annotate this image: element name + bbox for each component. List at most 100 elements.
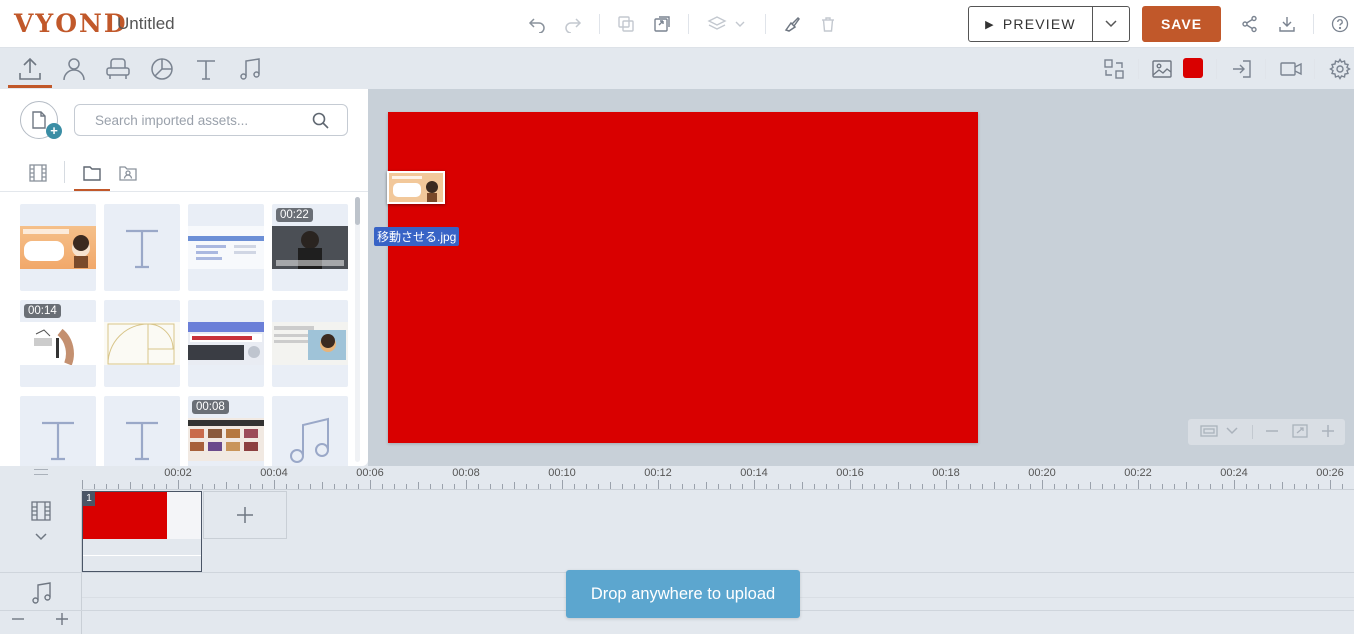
ruler-tick <box>670 484 671 489</box>
scene-preview-blank <box>167 492 201 539</box>
download-icon[interactable] <box>1275 12 1299 36</box>
ruler-tick <box>562 480 563 489</box>
enter-transition-icon[interactable] <box>1228 55 1256 83</box>
character-icon[interactable] <box>60 55 88 83</box>
zoom-fit-icon[interactable] <box>1292 423 1308 444</box>
zoom-chevron-down-icon[interactable] <box>1225 423 1239 444</box>
ruler-tick <box>1114 484 1115 489</box>
text-icon[interactable] <box>192 55 220 83</box>
chart-icon[interactable] <box>148 55 176 83</box>
audio-track-music-icon[interactable] <box>30 581 52 610</box>
duplicate-icon[interactable] <box>650 12 674 36</box>
asset-tile[interactable] <box>104 300 180 387</box>
folder-icon[interactable] <box>80 161 104 185</box>
ruler-tick <box>1186 482 1187 489</box>
props-icon[interactable] <box>104 55 132 83</box>
ruler-tick <box>430 484 431 489</box>
asset-tile[interactable] <box>272 396 348 466</box>
asset-tile[interactable]: 00:14 <box>20 300 96 387</box>
ruler-tick <box>622 484 623 489</box>
redo-icon[interactable] <box>561 12 585 36</box>
fit-screen-icon[interactable] <box>1200 423 1218 444</box>
upload-icon[interactable] <box>16 55 44 83</box>
scene-thumbnail[interactable]: 1 <box>82 491 202 572</box>
ruler-tick <box>502 484 503 489</box>
trash-icon[interactable] <box>816 12 840 36</box>
asset-scroll-thumb[interactable] <box>355 197 360 225</box>
timeline-zoom-out-icon[interactable] <box>11 612 25 631</box>
timeline-ruler[interactable]: 00:02 00:04 00:06 00:08 00:10 00:12 00:14 00:16… <box>82 466 1354 490</box>
drop-upload-toast: Drop anywhere to upload <box>566 570 800 618</box>
asset-thumbnail <box>188 418 264 461</box>
camera-icon[interactable] <box>1277 55 1305 83</box>
ruler-tick <box>526 484 527 489</box>
share-icon[interactable] <box>1238 12 1262 36</box>
search-box <box>74 104 348 136</box>
ruler-label: 00:26 <box>1316 467 1344 479</box>
preview-label: PREVIEW <box>1002 16 1076 32</box>
fill-color-swatch[interactable] <box>1183 58 1203 78</box>
asset-thumbnail <box>188 226 264 269</box>
image-icon[interactable] <box>1148 55 1176 83</box>
character-folder-icon[interactable] <box>116 161 140 185</box>
ruler-label: 00:08 <box>452 467 480 479</box>
asset-tile[interactable]: 00:08 <box>188 396 264 466</box>
ruler-tick <box>886 484 887 489</box>
settings-gear-icon[interactable] <box>1326 55 1354 83</box>
asset-thumbnail <box>104 322 180 365</box>
copy-icon[interactable] <box>614 12 638 36</box>
asset-tile[interactable] <box>272 300 348 387</box>
asset-thumbnail <box>272 322 348 365</box>
toolbar-divider <box>599 14 600 34</box>
swap-icon[interactable] <box>1100 55 1128 83</box>
asset-tile[interactable] <box>104 396 180 466</box>
add-scene-button[interactable] <box>203 491 287 539</box>
asset-tile[interactable] <box>188 204 264 291</box>
asset-scrollbar[interactable] <box>355 197 360 462</box>
ruler-tick <box>226 482 227 489</box>
ruler-tick <box>838 484 839 489</box>
preview-main-button[interactable]: ▶ PREVIEW <box>969 7 1093 41</box>
asset-tile[interactable] <box>188 300 264 387</box>
timeline-resize-handle[interactable] <box>34 469 48 475</box>
ruler-tick <box>1222 484 1223 489</box>
scene-filter-icon[interactable] <box>26 161 50 185</box>
ruler-tick <box>1006 484 1007 489</box>
search-input[interactable] <box>75 105 305 135</box>
add-plus-icon[interactable]: + <box>46 123 62 139</box>
help-icon[interactable] <box>1328 12 1352 36</box>
preview-options-chevron-down-icon[interactable] <box>1093 19 1129 29</box>
search-icon[interactable] <box>312 112 329 134</box>
timeline-zoom-in-icon[interactable] <box>55 612 69 631</box>
ruler-tick <box>814 484 815 489</box>
asset-tile[interactable] <box>20 204 96 291</box>
ruler-tick <box>1042 480 1043 489</box>
layers-icon[interactable] <box>704 12 748 36</box>
asset-tile[interactable]: 00:22 <box>272 204 348 291</box>
zoom-out-icon[interactable] <box>1264 423 1280 444</box>
asset-thumbnail <box>188 322 264 365</box>
ruler-tick <box>1102 484 1103 489</box>
scene-track-chevron-down-icon[interactable] <box>34 529 48 547</box>
asset-tile[interactable] <box>104 204 180 291</box>
ruler-tick <box>1138 480 1139 489</box>
ruler-tick <box>310 484 311 489</box>
brush-icon[interactable] <box>780 12 804 36</box>
ruler-tick <box>190 484 191 489</box>
ruler-tick <box>154 484 155 489</box>
document-title[interactable]: Untitled <box>117 14 175 34</box>
preview-button[interactable]: ▶ PREVIEW <box>968 6 1130 42</box>
scene-track-icon[interactable] <box>30 500 52 527</box>
ruler-tick <box>1174 484 1175 489</box>
save-button[interactable]: SAVE <box>1142 6 1221 42</box>
ruler-tick <box>766 484 767 489</box>
music-icon[interactable] <box>236 55 264 83</box>
vyond-logo[interactable]: VYOND <box>14 9 128 38</box>
ruler-tick <box>790 484 791 489</box>
zoom-in-icon[interactable] <box>1320 423 1336 444</box>
asset-tile[interactable] <box>20 396 96 466</box>
ruler-tick <box>202 484 203 489</box>
scene-stage[interactable] <box>388 112 978 443</box>
undo-icon[interactable] <box>525 12 549 36</box>
ruler-tick <box>418 482 419 489</box>
